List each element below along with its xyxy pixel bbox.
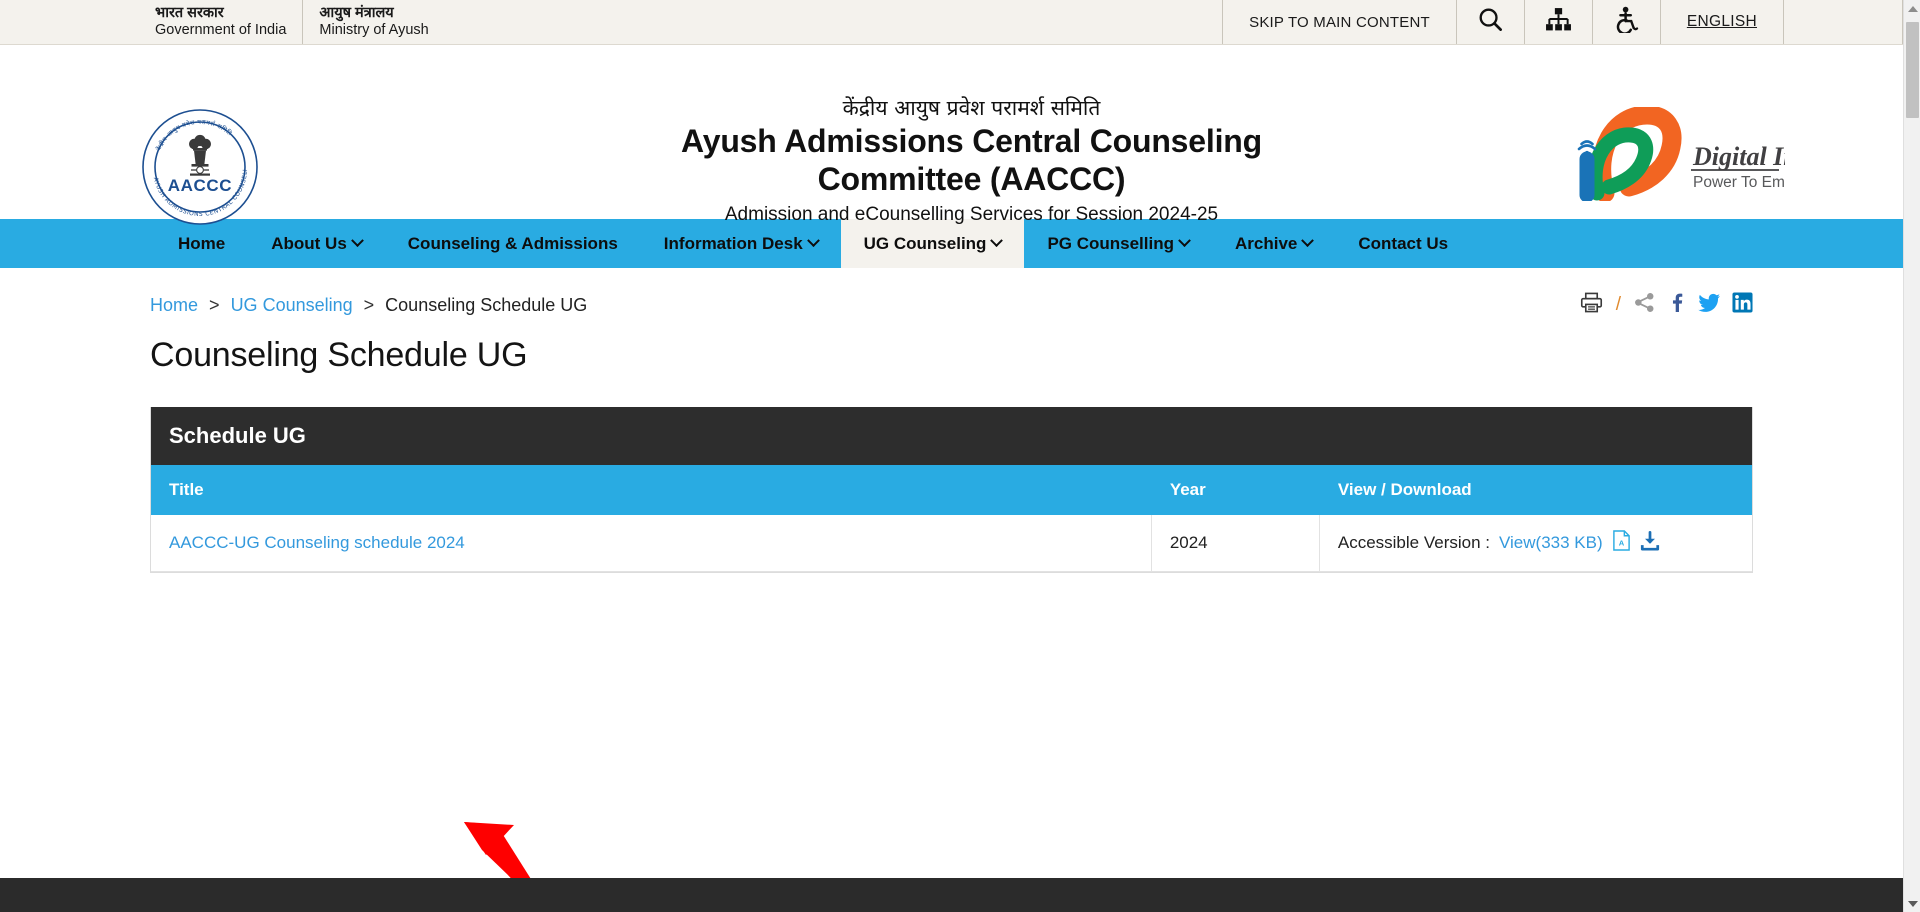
- page-scrollbar[interactable]: [1903, 0, 1920, 912]
- table-header-row: Title Year View / Download: [151, 465, 1753, 515]
- column-header-view-download: View / Download: [1319, 465, 1753, 515]
- accessibility-icon: [1613, 6, 1640, 38]
- nav-item-about-us[interactable]: About Us: [248, 219, 385, 268]
- search-icon: [1477, 6, 1504, 38]
- government-identity: भारत सरकार Government of India आयुष मंत्…: [155, 0, 445, 44]
- scroll-down-button[interactable]: [1904, 895, 1920, 912]
- breadcrumb: Home > UG Counseling > Counseling Schedu…: [150, 295, 587, 316]
- cell-view-download: Accessible Version : View(333 KB) A: [1319, 515, 1752, 572]
- breadcrumb-separator: >: [209, 294, 220, 315]
- page-title: Counseling Schedule UG: [150, 336, 528, 374]
- footer-strip: [0, 878, 1903, 912]
- ministry-block: आयुष मंत्रालय Ministry of Ayush: [302, 0, 444, 44]
- chevron-down-icon: [990, 234, 1004, 248]
- nav-label: Home: [178, 234, 226, 253]
- breadcrumb-section-link[interactable]: UG Counseling: [231, 295, 353, 315]
- cell-year: 2024: [1151, 515, 1320, 572]
- nav-item-ug-counseling[interactable]: UG Counseling: [840, 219, 1025, 268]
- scrollbar-thumb[interactable]: [1906, 22, 1919, 118]
- nav-item-archive[interactable]: Archive: [1212, 219, 1335, 268]
- top-utility-bar: भारत सरकार Government of India आयुष मंत्…: [0, 0, 1903, 45]
- chevron-down-icon: [806, 234, 820, 248]
- view-pdf-link[interactable]: View(333 KB): [1499, 533, 1603, 553]
- chevron-down-icon: [1178, 234, 1191, 248]
- topbar-actions: SKIP TO MAIN CONTENT ENGLISH: [1222, 0, 1903, 44]
- gov-english-label: Government of India: [155, 22, 287, 38]
- sitemap-icon: [1545, 7, 1572, 37]
- cell-title: AACCC-UG Counseling schedule 2024: [151, 515, 1152, 572]
- gov-hindi-label: भारत सरकार: [155, 4, 224, 21]
- download-icon[interactable]: [1640, 530, 1660, 556]
- topbar-tail-cell: [1783, 0, 1903, 44]
- nav-label: Contact Us: [1358, 234, 1449, 253]
- skip-link-label: SKIP TO MAIN CONTENT: [1249, 13, 1430, 31]
- nav-item-contact-us[interactable]: Contact Us: [1335, 219, 1471, 268]
- nav-label: PG Counselling: [1047, 234, 1174, 253]
- digital-india-logo[interactable]: Digital India Power To Empower: [1563, 105, 1831, 203]
- nav-label: Archive: [1235, 234, 1298, 253]
- schedule-table-container: Schedule UG Title Year View / Download A…: [150, 407, 1753, 573]
- pdf-file-icon[interactable]: A: [1612, 530, 1631, 556]
- svg-text:A: A: [1618, 539, 1624, 548]
- scroll-up-button[interactable]: [1904, 0, 1920, 17]
- nav-label: About Us: [271, 234, 347, 253]
- share-nodes-icon[interactable]: [1634, 292, 1655, 318]
- nav-label: Information Desk: [663, 234, 803, 253]
- main-content: Home > UG Counseling > Counseling Schedu…: [0, 268, 1903, 912]
- chevron-down-icon: [1907, 900, 1918, 907]
- facebook-icon[interactable]: [1666, 292, 1687, 318]
- breadcrumb-separator: >: [363, 294, 375, 315]
- language-switcher[interactable]: ENGLISH: [1659, 0, 1783, 44]
- government-of-india-block: भारत सरकार Government of India: [155, 0, 302, 44]
- ministry-english-label: Ministry of Ayush: [319, 22, 429, 38]
- main-navigation: Home About Us Counseling & Admissions In…: [0, 219, 1903, 268]
- ministry-hindi-label: आयुष मंत्रालय: [319, 4, 394, 21]
- table-row: AACCC-UG Counseling schedule 2024 2024 A…: [151, 515, 1752, 572]
- nav-item-counseling-admissions[interactable]: Counseling & Admissions: [385, 219, 641, 268]
- site-header: केंद्रीय आयुष प्रवेश परामर्श समिति AYUSH…: [0, 45, 1903, 225]
- separator-slash: /: [1615, 294, 1621, 315]
- digital-india-title: Digital India: [1692, 142, 1785, 171]
- printer-icon[interactable]: [1580, 292, 1603, 318]
- page-site-title: Ayush Admissions Central Counseling Comm…: [681, 123, 1262, 197]
- chevron-up-icon: [1907, 5, 1918, 12]
- skip-to-main-content-link[interactable]: SKIP TO MAIN CONTENT: [1222, 0, 1456, 44]
- share-toolbar: /: [1580, 292, 1753, 318]
- breadcrumb-current: Counseling Schedule UG: [385, 294, 588, 315]
- chevron-down-icon: [350, 234, 364, 248]
- page-root: भारत सरकार Government of India आयुष मंत्…: [0, 0, 1920, 912]
- header-subtitle: Admission and eCounselling Services for …: [724, 204, 1219, 226]
- nav-label: UG Counseling: [863, 234, 987, 253]
- digital-india-tagline: Power To Empower: [1693, 174, 1785, 191]
- sitemap-button[interactable]: [1523, 0, 1592, 44]
- nav-item-information-desk[interactable]: Information Desk: [641, 219, 841, 268]
- column-header-year: Year: [1151, 465, 1320, 515]
- search-button[interactable]: [1455, 0, 1524, 44]
- accessible-version-label: Accessible Version :: [1337, 533, 1490, 552]
- nav-label: Counseling & Admissions: [407, 234, 618, 253]
- linkedin-icon[interactable]: [1732, 292, 1753, 318]
- accessibility-button[interactable]: [1591, 0, 1660, 44]
- breadcrumb-row: Home > UG Counseling > Counseling Schedu…: [150, 268, 1753, 316]
- twitter-icon[interactable]: [1698, 292, 1721, 318]
- table-caption: Schedule UG: [151, 407, 1752, 465]
- column-header-title: Title: [151, 465, 1152, 515]
- nav-item-pg-counselling[interactable]: PG Counselling: [1024, 219, 1212, 268]
- language-label: ENGLISH: [1686, 13, 1757, 30]
- schedule-title-link[interactable]: AACCC-UG Counseling schedule 2024: [169, 533, 465, 552]
- schedule-table: Title Year View / Download AACCC-UG Coun…: [151, 465, 1753, 572]
- breadcrumb-home-link[interactable]: Home: [150, 295, 198, 315]
- chevron-down-icon: [1301, 234, 1315, 248]
